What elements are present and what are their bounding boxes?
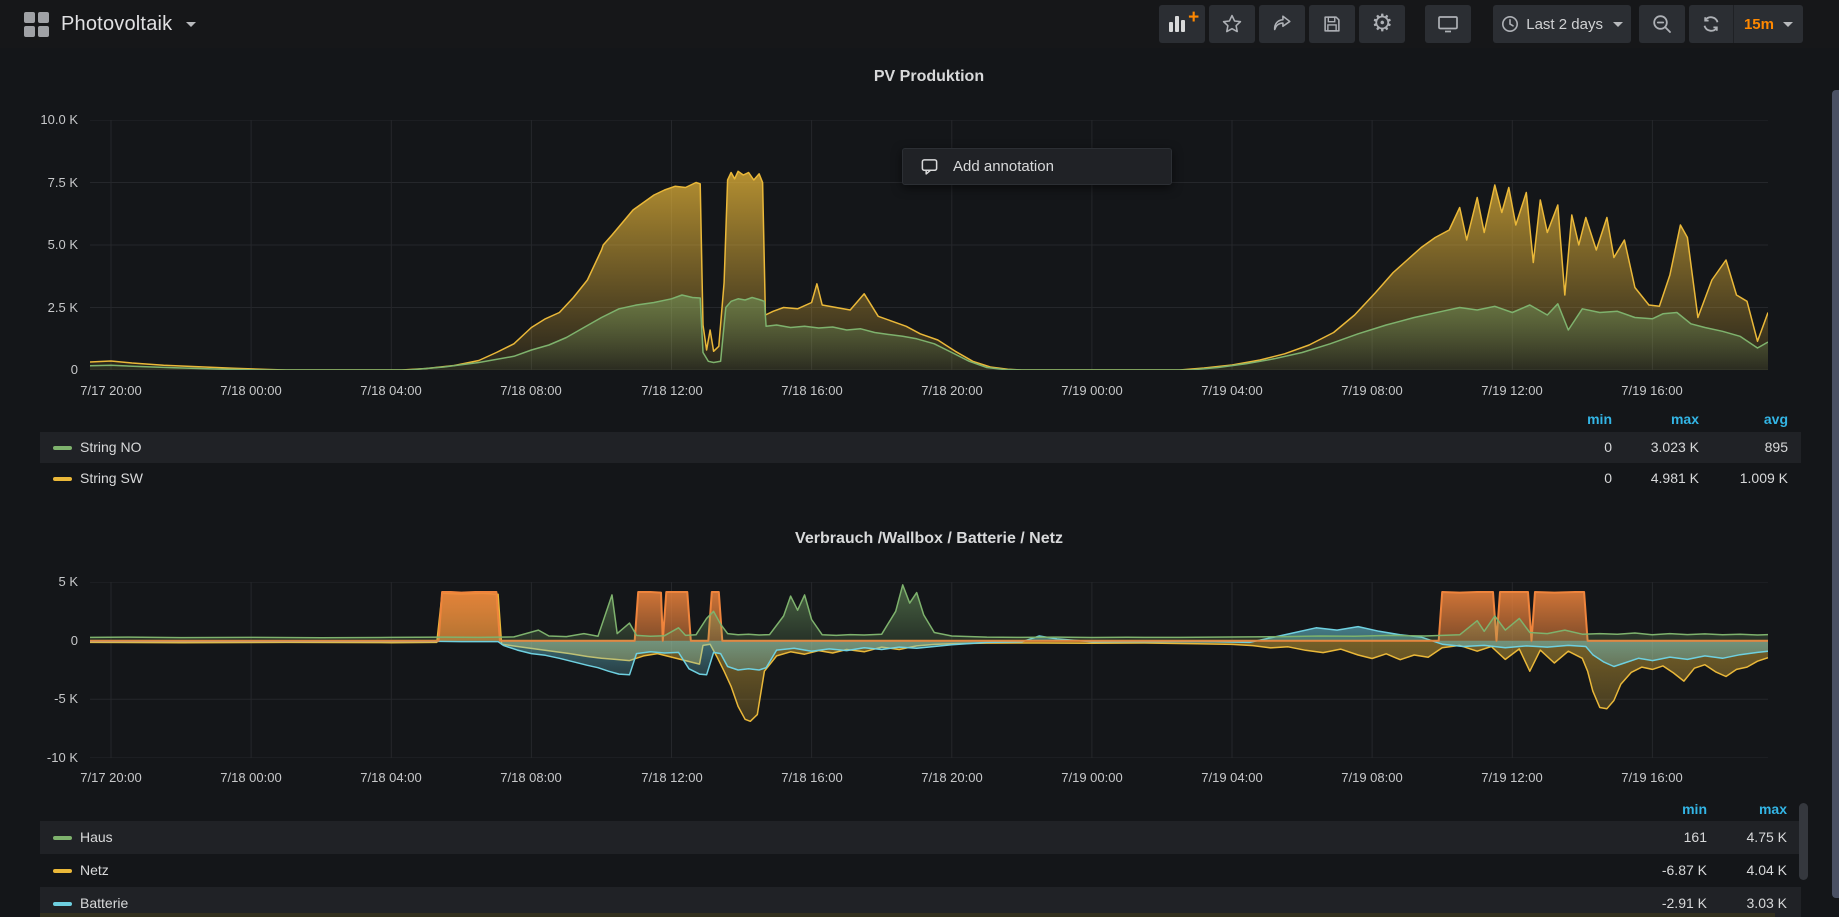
- y-axis-tick-label: 0: [0, 362, 78, 377]
- x-axis-tick-label: 7/19 00:00: [1042, 383, 1142, 398]
- x-axis-tick-label: 7/18 20:00: [902, 383, 1002, 398]
- legend-value-avg: 1.009 K: [1678, 463, 1788, 494]
- add-annotation-popup[interactable]: Add annotation: [902, 148, 1172, 185]
- legend-series-name[interactable]: String NO: [80, 432, 141, 463]
- x-axis-tick-label: 7/18 20:00: [902, 770, 1002, 785]
- grafana-dashboard: Photovoltaik +: [0, 0, 1839, 917]
- x-axis-tick-label: 7/17 20:00: [61, 383, 161, 398]
- x-axis-tick-label: 7/19 12:00: [1462, 383, 1562, 398]
- x-axis-tick-label: 7/18 16:00: [762, 770, 862, 785]
- chevron-down-icon: [1613, 22, 1623, 27]
- share-icon: [1271, 13, 1293, 35]
- x-axis-tick-label: 7/18 04:00: [341, 770, 441, 785]
- panel-title-pv-produktion[interactable]: PV Produktion: [90, 68, 1768, 86]
- x-axis-tick-label: 7/19 04:00: [1182, 383, 1282, 398]
- x-axis-tick-label: 7/19 16:00: [1602, 383, 1702, 398]
- chart-plot-1[interactable]: [90, 582, 1768, 758]
- star-icon: [1221, 13, 1243, 35]
- x-axis-tick-label: 7/19 00:00: [1042, 770, 1142, 785]
- comment-bubble-icon: [920, 157, 939, 176]
- share-button[interactable]: [1259, 5, 1305, 43]
- chevron-down-icon: [1783, 22, 1793, 27]
- time-range-button[interactable]: Last 2 days: [1493, 5, 1631, 43]
- legend-row-string-no: String NO03.023 K895: [40, 432, 1801, 463]
- y-axis-tick-label: 5 K: [0, 574, 78, 589]
- navbar-right: + ⚙: [1155, 5, 1839, 43]
- refresh-icon: [1701, 14, 1721, 34]
- gear-icon: ⚙: [1371, 12, 1393, 36]
- legend-series-name[interactable]: String SW: [80, 463, 143, 494]
- y-axis-tick-label: -5 K: [0, 691, 78, 706]
- tv-button[interactable]: [1425, 5, 1471, 43]
- legend-series-name[interactable]: Haus: [80, 821, 113, 854]
- series-color-dash: [53, 869, 72, 873]
- navbar: Photovoltaik +: [0, 0, 1839, 48]
- legend-0: minmaxavg String NO03.023 K895String SW04…: [40, 411, 1801, 494]
- legend-column-avg[interactable]: avg: [1678, 411, 1788, 427]
- clock-icon: [1501, 15, 1519, 33]
- add-annotation-label: Add annotation: [953, 158, 1054, 175]
- zoom-out-button[interactable]: [1639, 5, 1685, 43]
- series-color-dash: [53, 836, 72, 840]
- legend-row-netz: Netz-6.87 K4.04 K: [40, 854, 1801, 887]
- refresh-interval-label: 15m: [1744, 16, 1774, 33]
- y-axis-tick-label: 7.5 K: [0, 175, 78, 190]
- series-color-dash: [53, 477, 72, 481]
- x-axis-tick-label: 7/18 08:00: [481, 383, 581, 398]
- time-range-label: Last 2 days: [1526, 16, 1603, 33]
- series-color-dash: [53, 902, 72, 906]
- y-axis-tick-label: 5.0 K: [0, 237, 78, 252]
- save-button[interactable]: [1309, 5, 1355, 43]
- panel-title-verbrauch[interactable]: Verbrauch /Wallbox / Batterie / Netz: [90, 530, 1768, 548]
- x-axis-tick-label: 7/19 16:00: [1602, 770, 1702, 785]
- star-button[interactable]: [1209, 5, 1255, 43]
- legend-column-max[interactable]: max: [1677, 801, 1787, 817]
- legend-1: minmaxHaus1614.75 KNetz-6.87 K4.04 KBatt…: [40, 801, 1801, 917]
- save-icon: [1321, 13, 1343, 35]
- x-axis-tick-label: 7/19 04:00: [1182, 770, 1282, 785]
- legend-series-name[interactable]: Netz: [80, 854, 109, 887]
- x-axis-tick-label: 7/18 00:00: [201, 770, 301, 785]
- page-scrollbar[interactable]: [1832, 90, 1839, 898]
- series-color-dash: [53, 446, 72, 450]
- settings-button[interactable]: ⚙: [1359, 5, 1405, 43]
- y-axis-tick-label: 10.0 K: [0, 112, 78, 127]
- refresh-interval-dropdown[interactable]: 15m: [1734, 5, 1803, 43]
- legend-value-max: 4.75 K: [1677, 821, 1787, 854]
- dashboards-grid-icon[interactable]: [24, 12, 49, 37]
- x-axis-tick-label: 7/19 08:00: [1322, 383, 1422, 398]
- add-panel-icon: +: [1169, 16, 1195, 32]
- legend-value-max: 4.04 K: [1677, 854, 1787, 887]
- x-axis-tick-label: 7/19 12:00: [1462, 770, 1562, 785]
- refresh-button[interactable]: [1689, 5, 1734, 43]
- x-axis-tick-label: 7/18 12:00: [622, 383, 722, 398]
- chevron-down-icon[interactable]: [186, 22, 196, 27]
- x-axis-tick-label: 7/19 08:00: [1322, 770, 1422, 785]
- legend-header: minmaxavg: [40, 411, 1801, 429]
- legend-header: minmax: [40, 801, 1801, 819]
- tv-icon: [1436, 13, 1460, 35]
- legend-scrollbar[interactable]: [1799, 803, 1808, 880]
- dashboard-title[interactable]: Photovoltaik: [61, 13, 172, 36]
- add-panel-button[interactable]: +: [1159, 5, 1205, 43]
- y-axis-tick-label: 2.5 K: [0, 300, 78, 315]
- y-axis-tick-label: 0: [0, 633, 78, 648]
- x-axis-tick-label: 7/18 04:00: [341, 383, 441, 398]
- refresh-button-group: 15m: [1689, 5, 1803, 43]
- legend-value-avg: 895: [1678, 432, 1788, 463]
- legend-row-haus: Haus1614.75 K: [40, 821, 1801, 854]
- zoom-out-icon: [1651, 13, 1673, 35]
- next-panel-edge: [40, 913, 1775, 917]
- navbar-left: Photovoltaik: [0, 12, 196, 37]
- x-axis-tick-label: 7/17 20:00: [61, 770, 161, 785]
- x-axis-tick-label: 7/18 00:00: [201, 383, 301, 398]
- y-axis-tick-label: -10 K: [0, 750, 78, 765]
- legend-row-string-sw: String SW04.981 K1.009 K: [40, 463, 1801, 494]
- x-axis-tick-label: 7/18 16:00: [762, 383, 862, 398]
- x-axis-tick-label: 7/18 08:00: [481, 770, 581, 785]
- x-axis-tick-label: 7/18 12:00: [622, 770, 722, 785]
